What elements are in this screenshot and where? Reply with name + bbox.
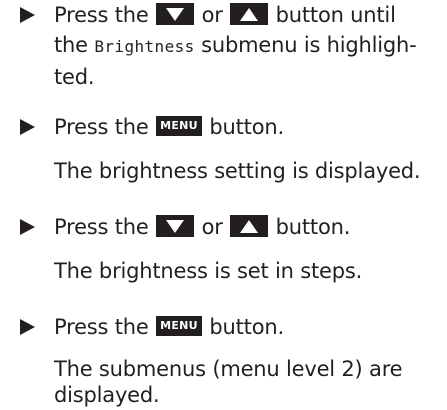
bullet-triangle-icon [20,219,35,235]
step-4-press-text: Press the [54,315,149,339]
step-1-suffix-text: button until [275,3,396,27]
step-1-line-3: ted. [54,65,95,89]
step-3-result: The brightness is set in steps. [54,259,363,283]
step-1-press-text: Press the [54,3,149,27]
step-1-text: Press the or button until the Brightness… [54,0,444,92]
step-2-suffix-text: button. [209,115,284,139]
step-2-text: Press the MENU button. [54,112,444,142]
step-3-or-text: or [201,215,223,239]
step-3-text: Press the or button. [54,212,444,242]
bullet-triangle-icon [20,7,35,23]
step-1-line-1: Press the or button until [54,0,444,30]
bullet-triangle-icon [20,319,35,335]
menu-key-icon: MENU [156,316,202,336]
brightness-submenu-name: Brightness [94,37,195,56]
bullet-triangle-icon [20,119,35,135]
step-1-line-2: the Brightness submenu is highligh- [54,30,444,62]
menu-key-icon: MENU [156,116,202,136]
down-arrow-key-icon [156,215,195,237]
up-arrow-key-icon [230,3,269,25]
step-3-suffix-text: button. [275,215,351,239]
instruction-page: Press the or button until the Brightness… [0,0,447,407]
down-arrow-key-icon [156,3,195,25]
up-arrow-key-icon [230,215,269,237]
step-4-text: Press the MENU button. [54,312,444,342]
step-4-suffix-text: button. [209,315,284,339]
step-1-line2-post: submenu is highligh- [201,33,417,57]
step-1-or-text: or [201,3,223,27]
step-2-result: The brightness setting is displayed. [54,159,421,183]
step-4-result-line-2: displayed. [54,383,160,407]
step-1-line2-pre: the [54,33,88,57]
step-2-press-text: Press the [54,115,149,139]
step-3-press-text: Press the [54,215,149,239]
